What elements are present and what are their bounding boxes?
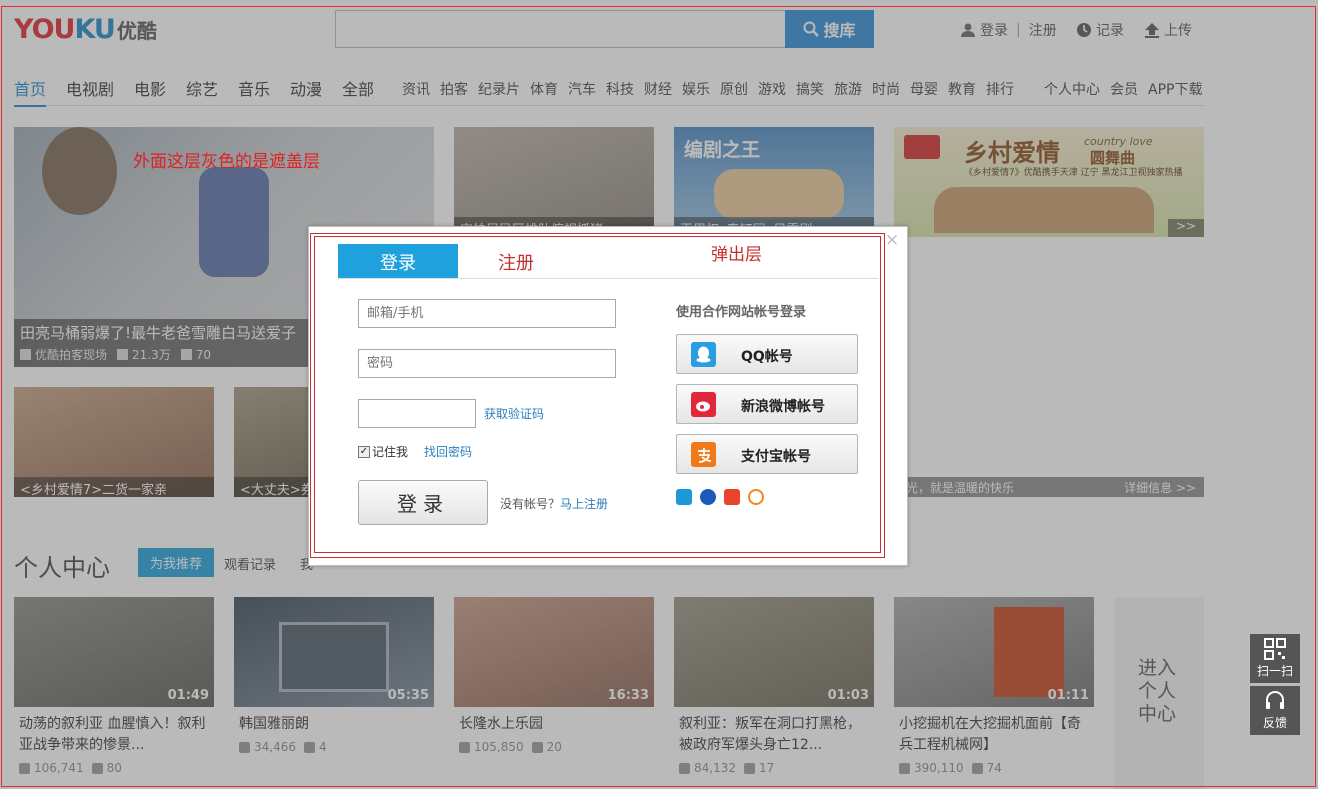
more-partner-icons [676, 489, 764, 505]
weibo-icon [691, 392, 716, 417]
alipay-login-label: 支付宝帐号 [741, 449, 811, 465]
remember-label: 记住我 [372, 445, 409, 459]
tab-register[interactable]: 注册 [498, 249, 534, 275]
register-now-link[interactable]: 马上注册 [560, 497, 608, 511]
scan-label: 扫一扫 [1256, 664, 1293, 678]
password-input[interactable] [358, 349, 616, 378]
overlay-annotation-text: 外面这层灰色的是遮盖层 [133, 152, 320, 172]
qq-login-button[interactable]: QQ帐号 [676, 334, 858, 374]
partner-icon-smile[interactable] [748, 489, 764, 505]
qq-login-label: QQ帐号 [741, 349, 793, 365]
find-password-link[interactable]: 找回密码 [424, 443, 472, 460]
close-icon[interactable]: × [885, 230, 899, 250]
tab-login[interactable]: 登录 [338, 244, 458, 279]
weibo-login-label: 新浪微博帐号 [741, 399, 825, 415]
captcha-input[interactable] [358, 399, 476, 428]
weibo-login-button[interactable]: 新浪微博帐号 [676, 384, 858, 424]
remember-checkbox[interactable]: ✓ [358, 445, 370, 458]
alipay-icon [691, 442, 716, 467]
email-phone-input[interactable] [358, 299, 616, 328]
scan-qr-button[interactable]: 扫一扫 [1250, 634, 1300, 683]
partner-icon-pptv[interactable] [676, 489, 692, 505]
get-captcha-link[interactable]: 获取验证码 [484, 405, 544, 422]
alipay-login-button[interactable]: 支付宝帐号 [676, 434, 858, 474]
partner-icon-renren[interactable] [700, 489, 716, 505]
qq-icon [691, 342, 716, 367]
no-account-text: 没有帐号？ [500, 497, 561, 511]
remember-me[interactable]: ✓ 记住我 [358, 443, 408, 460]
feedback-button[interactable]: 反馈 [1250, 686, 1300, 735]
tab-divider [338, 278, 878, 279]
partner-login-title: 使用合作网站帐号登录 [676, 305, 807, 320]
partner-icon-star[interactable] [724, 489, 740, 505]
headset-icon [1266, 691, 1284, 709]
qr-code-icon [1264, 638, 1286, 660]
login-submit-button[interactable]: 登录 [358, 480, 488, 525]
no-account-prompt: 没有帐号？马上注册 [500, 495, 608, 512]
feedback-label: 反馈 [1262, 716, 1287, 730]
popup-annotation-text: 弹出层 [711, 245, 762, 265]
